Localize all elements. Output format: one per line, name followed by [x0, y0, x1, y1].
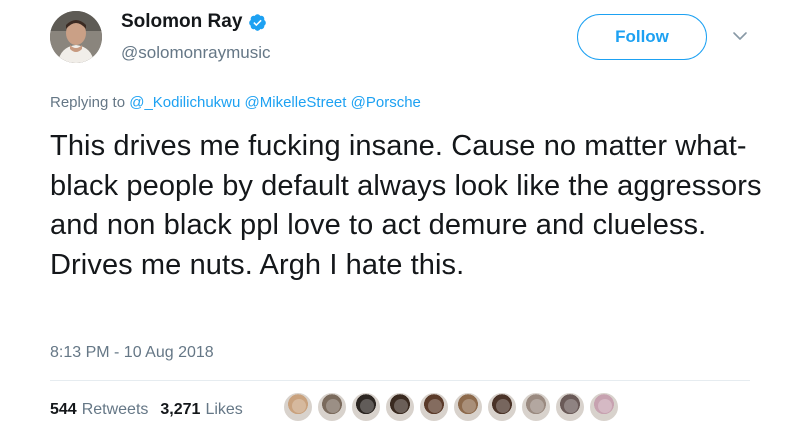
likes-label: Likes: [205, 401, 243, 418]
replying-prefix: Replying to: [50, 94, 126, 111]
mention-link[interactable]: @_Kodilichukwu: [129, 94, 240, 111]
retweets-stat[interactable]: 544 Retweets: [50, 400, 148, 420]
liker-avatar[interactable]: [384, 391, 416, 423]
liker-avatar[interactable]: [486, 391, 518, 423]
liker-avatar[interactable]: [282, 391, 314, 423]
display-name-text: Solomon Ray: [121, 11, 243, 32]
likes-count: 3,271: [160, 401, 201, 418]
tweet-timestamp[interactable]: 8:13 PM - 10 Aug 2018: [50, 343, 214, 363]
follow-button[interactable]: Follow: [577, 14, 707, 60]
liker-avatar[interactable]: [316, 391, 348, 423]
mention-link[interactable]: @Porsche: [351, 94, 421, 111]
avatar[interactable]: [50, 11, 102, 63]
liker-avatar[interactable]: [350, 391, 382, 423]
liker-avatar[interactable]: [452, 391, 484, 423]
user-avatar-icon: [50, 11, 102, 63]
liker-avatar[interactable]: [418, 391, 450, 423]
likes-stat[interactable]: 3,271 Likes: [160, 400, 242, 420]
replying-to: Replying to @_Kodilichukwu @MikelleStree…: [50, 93, 421, 113]
liker-avatars: [282, 391, 622, 423]
verified-badge-icon: [249, 13, 267, 31]
liker-avatar[interactable]: [588, 391, 620, 423]
display-name[interactable]: Solomon Ray: [121, 10, 267, 34]
divider: [50, 380, 750, 381]
username[interactable]: @solomonraymusic: [121, 42, 271, 64]
retweets-count: 544: [50, 401, 77, 418]
tweet-stats: 544 Retweets 3,271 Likes: [50, 400, 243, 420]
tweet-text: This drives me fucking insane. Cause no …: [50, 130, 762, 281]
liker-avatar[interactable]: [554, 391, 586, 423]
liker-avatar[interactable]: [520, 391, 552, 423]
chevron-down-icon[interactable]: [732, 28, 748, 44]
mention-link[interactable]: @MikelleStreet: [245, 94, 347, 111]
retweets-label: Retweets: [81, 401, 149, 418]
